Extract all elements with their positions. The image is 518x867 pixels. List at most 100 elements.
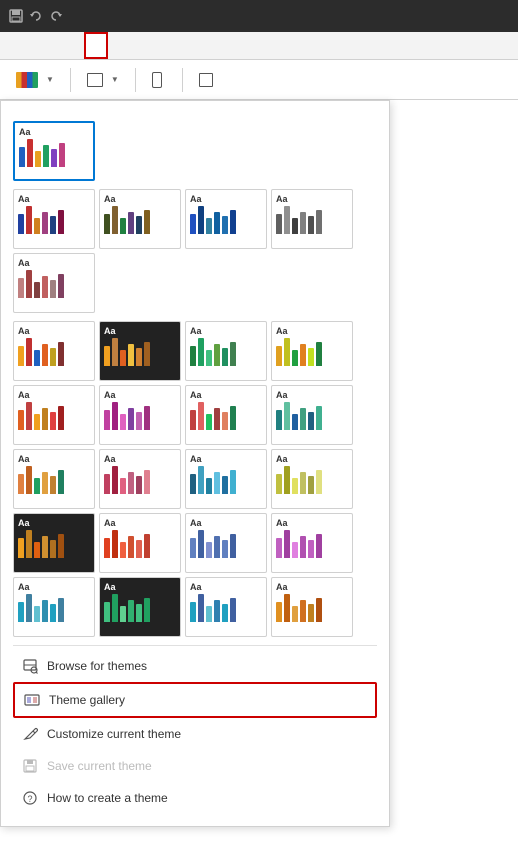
theme-bars xyxy=(104,466,176,494)
gridlines-button[interactable] xyxy=(191,69,225,91)
theme-card-pbi10[interactable]: Aa xyxy=(99,449,181,509)
bar xyxy=(35,151,41,167)
bar xyxy=(26,270,32,298)
save-icon-tb[interactable] xyxy=(8,8,24,24)
theme-card-acc4[interactable]: Aa xyxy=(271,189,353,249)
bar xyxy=(42,276,48,298)
theme-card-pbi8[interactable]: Aa xyxy=(271,385,353,445)
menu-insert[interactable] xyxy=(44,32,64,59)
bar xyxy=(316,210,322,234)
theme-card-acc2[interactable]: Aa xyxy=(99,189,181,249)
themes-button[interactable]: ▼ xyxy=(8,68,62,92)
bar xyxy=(300,472,306,494)
theme-card-pbi20[interactable]: Aa xyxy=(271,577,353,637)
theme-card-pbi5[interactable]: Aa xyxy=(13,385,95,445)
window-controls[interactable] xyxy=(8,8,64,24)
theme-card-pbi17[interactable]: Aa xyxy=(13,577,95,637)
bar xyxy=(120,542,126,558)
bar xyxy=(198,338,204,366)
bar xyxy=(34,282,40,298)
bar xyxy=(50,216,56,234)
bar xyxy=(120,350,126,366)
menu-external-tools[interactable] xyxy=(128,32,148,59)
bar xyxy=(316,406,322,430)
bar xyxy=(43,145,49,167)
bottom-item-gallery[interactable]: Theme gallery xyxy=(13,682,377,718)
theme-aa-label: Aa xyxy=(104,390,176,400)
theme-card-pbi6[interactable]: Aa xyxy=(99,385,181,445)
bar xyxy=(292,478,298,494)
bar xyxy=(206,606,212,622)
gridlines-checkbox[interactable] xyxy=(199,73,213,87)
this-report-grid: Aa xyxy=(13,121,377,181)
bottom-item-customize[interactable]: Customize current theme xyxy=(13,718,377,750)
ribbon-divider-3 xyxy=(182,68,183,92)
redo-icon[interactable] xyxy=(48,8,64,24)
theme-card-pbi14[interactable]: Aa xyxy=(99,513,181,573)
theme-card-acc1[interactable]: Aa xyxy=(13,189,95,249)
theme-bars xyxy=(276,466,348,494)
theme-card-acc3[interactable]: Aa xyxy=(185,189,267,249)
bar xyxy=(112,594,118,622)
bar xyxy=(42,472,48,494)
theme-aa-label: Aa xyxy=(18,194,90,204)
bar xyxy=(308,412,314,430)
theme-card-pbi1[interactable]: Aa xyxy=(13,321,95,381)
menu-modeling[interactable] xyxy=(64,32,84,59)
theme-card-pbi15[interactable]: Aa xyxy=(185,513,267,573)
undo-icon[interactable] xyxy=(28,8,44,24)
theme-aa-label: Aa xyxy=(190,454,262,464)
bar xyxy=(214,600,220,622)
theme-card-pbi16[interactable]: Aa xyxy=(271,513,353,573)
bottom-item-howto[interactable]: ?How to create a theme xyxy=(13,782,377,814)
svg-text:?: ? xyxy=(27,794,32,804)
menu-help[interactable] xyxy=(108,32,128,59)
theme-bars xyxy=(104,402,176,430)
bar xyxy=(300,408,306,430)
bottom-item-browse[interactable]: Browse for themes xyxy=(13,650,377,682)
bar xyxy=(198,206,204,234)
bar xyxy=(222,216,228,234)
bar xyxy=(300,212,306,234)
menu-home[interactable] xyxy=(24,32,44,59)
bar xyxy=(18,538,24,558)
theme-card-pbi18[interactable]: Aa xyxy=(99,577,181,637)
menu-file[interactable] xyxy=(4,32,24,59)
theme-aa-label: Aa xyxy=(276,454,348,464)
bar xyxy=(50,604,56,622)
bar xyxy=(42,408,48,430)
bar xyxy=(316,470,322,494)
theme-card-pbi2[interactable]: Aa xyxy=(99,321,181,381)
theme-card-pbi9[interactable]: Aa xyxy=(13,449,95,509)
theme-bars xyxy=(104,530,176,558)
bar xyxy=(214,536,220,558)
bar xyxy=(198,466,204,494)
theme-aa-label: Aa xyxy=(190,326,262,336)
bar xyxy=(26,530,32,558)
bar xyxy=(284,530,290,558)
bar xyxy=(144,210,150,234)
bar xyxy=(104,602,110,622)
save-icon xyxy=(21,757,39,775)
theme-card-pbi3[interactable]: Aa xyxy=(185,321,267,381)
theme-card-pbi4[interactable]: Aa xyxy=(271,321,353,381)
theme-card-tr1[interactable]: Aa xyxy=(13,121,95,181)
bar xyxy=(222,348,228,366)
bar xyxy=(120,218,126,234)
theme-card-pbi19[interactable]: Aa xyxy=(185,577,267,637)
menu-view[interactable] xyxy=(84,32,108,59)
theme-card-pbi11[interactable]: Aa xyxy=(185,449,267,509)
bottom-item-label-save: Save current theme xyxy=(47,759,152,773)
bar xyxy=(50,280,56,298)
pageview-button[interactable]: ▼ xyxy=(79,69,127,91)
theme-card-pbi7[interactable]: Aa xyxy=(185,385,267,445)
ribbon: ▼ ▼ xyxy=(0,60,518,100)
theme-card-acc5[interactable]: Aa xyxy=(13,253,95,313)
bar xyxy=(104,474,110,494)
bar xyxy=(292,350,298,366)
theme-card-pbi12[interactable]: Aa xyxy=(271,449,353,509)
mobile-button[interactable] xyxy=(144,68,174,92)
theme-aa-label: Aa xyxy=(190,390,262,400)
theme-card-pbi13[interactable]: Aa xyxy=(13,513,95,573)
bar xyxy=(308,476,314,494)
